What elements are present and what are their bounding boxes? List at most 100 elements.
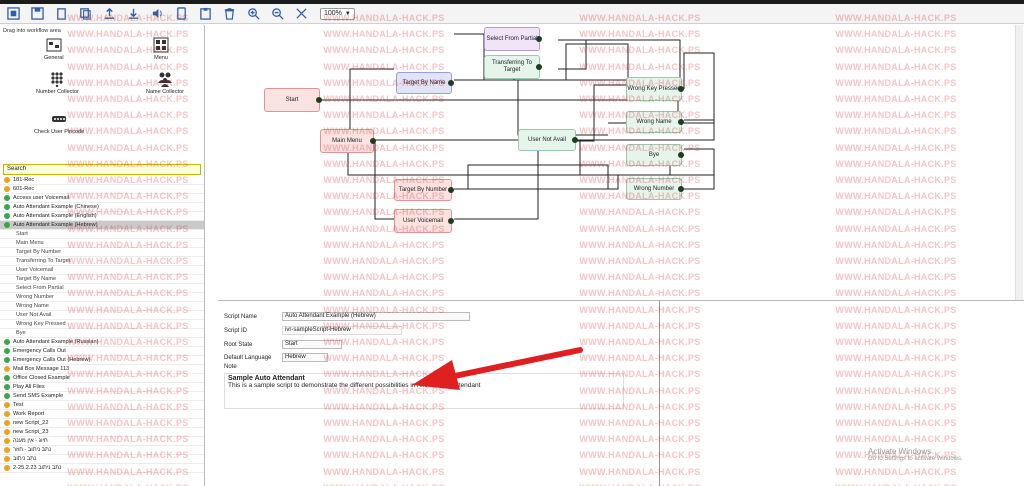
tool-number-collector[interactable]: Number Collector <box>36 71 79 95</box>
script-list-item[interactable]: Auto Attendant Example (Hebrew) <box>0 221 204 230</box>
list-item-label: new Script_22 <box>13 419 49 426</box>
node-target-by-name[interactable]: Target By Name <box>396 72 454 94</box>
delete-icon[interactable] <box>52 6 70 22</box>
connector-dot[interactable] <box>678 86 684 92</box>
node-select-from-partial[interactable]: Select From Partial <box>484 27 542 51</box>
script-name-field[interactable]: Auto Attendant Example (Hebrew) <box>282 312 470 321</box>
voice-icon[interactable] <box>148 6 166 22</box>
list-item-label: נתב ניתוב <box>13 455 37 462</box>
status-warning-icon <box>4 186 10 192</box>
fit-icon[interactable] <box>292 6 310 22</box>
toolbar: 100% ▼ <box>0 4 1024 24</box>
script-id-field: ivr-sampleScript-Hebrew <box>282 326 402 335</box>
list-item-label: Bye <box>16 329 26 336</box>
node-main-menu-label: Main Menu <box>332 137 362 144</box>
note-editor[interactable]: Sample Auto Attendant This is a sample s… <box>224 373 624 409</box>
save-icon[interactable] <box>28 6 46 22</box>
node-bye[interactable]: Bye <box>626 144 684 166</box>
status-active-icon <box>4 339 10 345</box>
zoom-in-icon[interactable] <box>244 6 262 22</box>
script-list-item[interactable]: Send SMS Example <box>0 392 204 401</box>
status-active-icon <box>4 222 10 228</box>
status-warning-icon <box>4 411 10 417</box>
paste-icon[interactable] <box>196 6 214 22</box>
connector-dot[interactable] <box>448 80 454 86</box>
tool-general[interactable]: General <box>44 37 64 61</box>
script-state-item[interactable]: Wrong Key Pressed <box>0 320 204 329</box>
download-icon[interactable] <box>124 6 142 22</box>
tool-number-collector-label: Number Collector <box>36 89 79 95</box>
connection-lines <box>320 33 715 220</box>
script-list-item[interactable]: נתב ניתוב 2-25.2.23 <box>0 464 204 473</box>
node-wrong-name[interactable]: Wrong Name <box>626 111 684 133</box>
trash-icon[interactable] <box>220 6 238 22</box>
connector-dot[interactable] <box>316 97 322 103</box>
script-id-row: Script ID ivr-sampleScript-Hebrew <box>224 326 402 335</box>
copy-icon[interactable] <box>76 6 94 22</box>
new-icon[interactable] <box>4 6 22 22</box>
default-language-row: Default Language Hebrew <box>224 353 328 362</box>
node-user-not-avail-label: User Not Avail <box>528 136 566 143</box>
list-item-label: Target By Name <box>16 275 57 282</box>
node-transferring-to-target-label: Transferring To Target <box>491 60 533 73</box>
root-state-row: Root State Start <box>224 340 342 349</box>
list-item-label: Work Report <box>13 410 45 417</box>
tool-name-collector-label: Name Collector <box>146 89 184 95</box>
node-palette: Drag into workflow area General Menu Num… <box>0 25 205 163</box>
node-transferring-to-target[interactable]: Transferring To Target <box>484 55 542 79</box>
node-start-label: Start <box>285 96 299 103</box>
connector-dot[interactable] <box>678 152 684 158</box>
status-active-icon <box>4 348 10 354</box>
duplicate-icon[interactable] <box>172 6 190 22</box>
connector-dot[interactable] <box>370 138 376 144</box>
root-state-select[interactable]: Start <box>282 340 342 349</box>
status-active-icon <box>4 375 10 381</box>
status-warning-icon <box>4 465 10 471</box>
search-input[interactable]: Search <box>3 164 201 175</box>
connector-dot[interactable] <box>448 187 454 193</box>
list-item-label: User Not Avail <box>16 311 52 318</box>
script-rows: 181-Rec 601-Rec Access user Voicemail Auto … <box>0 176 204 473</box>
connector-dot[interactable] <box>572 137 578 143</box>
node-main-menu[interactable]: Main Menu <box>320 129 376 153</box>
list-item-label: Emergency Calls Out <box>13 347 66 354</box>
status-active-icon <box>4 213 10 219</box>
status-warning-icon <box>4 447 10 453</box>
connector-dot[interactable] <box>678 119 684 125</box>
list-item-label: Main Menu <box>16 239 44 246</box>
default-language-select[interactable]: Hebrew <box>282 353 328 362</box>
general-node-icon <box>46 38 62 52</box>
node-start[interactable]: Start <box>264 88 322 112</box>
status-warning-icon <box>4 429 10 435</box>
secondary-pane <box>660 300 1024 486</box>
connector-dot[interactable] <box>678 186 684 192</box>
node-wrong-number-label: Wrong Number <box>633 185 675 192</box>
tool-menu-label: Menu <box>154 55 168 61</box>
node-target-by-number-label: Target By Number <box>398 186 448 193</box>
connector-dot[interactable] <box>536 64 542 70</box>
tool-name-collector[interactable]: Name Collector <box>146 71 184 95</box>
node-select-from-partial-label: Select From Partial <box>486 35 538 42</box>
list-item-label: Send SMS Example <box>13 392 64 399</box>
zoom-out-icon[interactable] <box>268 6 286 22</box>
node-wrong-number[interactable]: Wrong Number <box>626 178 684 200</box>
list-item-label: Play All Files <box>13 383 45 390</box>
connector-dot[interactable] <box>448 218 454 224</box>
node-target-by-number[interactable]: Target By Number <box>394 179 454 201</box>
upload-icon[interactable] <box>100 6 118 22</box>
canvas-scrollbar[interactable] <box>1015 25 1023 300</box>
connector-dot[interactable] <box>536 36 542 42</box>
node-user-not-avail[interactable]: User Not Avail <box>518 129 578 151</box>
list-item-label: Auto Attendant Example (Chinese) <box>13 203 99 210</box>
note-label-row: Note <box>224 364 237 370</box>
zoom-select[interactable]: 100% ▼ <box>320 7 355 20</box>
tool-menu[interactable]: Menu <box>153 37 169 61</box>
script-name-label: Script Name <box>224 313 258 320</box>
workflow-canvas[interactable]: Start Main Menu Target By Name Select Fr… <box>218 25 1018 300</box>
keypad-icon <box>51 72 63 87</box>
node-wrong-key-pressed[interactable]: Wrong Key Pressed <box>626 77 684 101</box>
tool-check-user-pincode[interactable]: Check User Pincode <box>34 111 84 135</box>
node-user-voicemail[interactable]: User Voicemail <box>394 209 454 233</box>
palette-hint: Drag into workflow area <box>3 28 61 34</box>
node-target-by-name-label: Target By Name <box>402 79 446 86</box>
